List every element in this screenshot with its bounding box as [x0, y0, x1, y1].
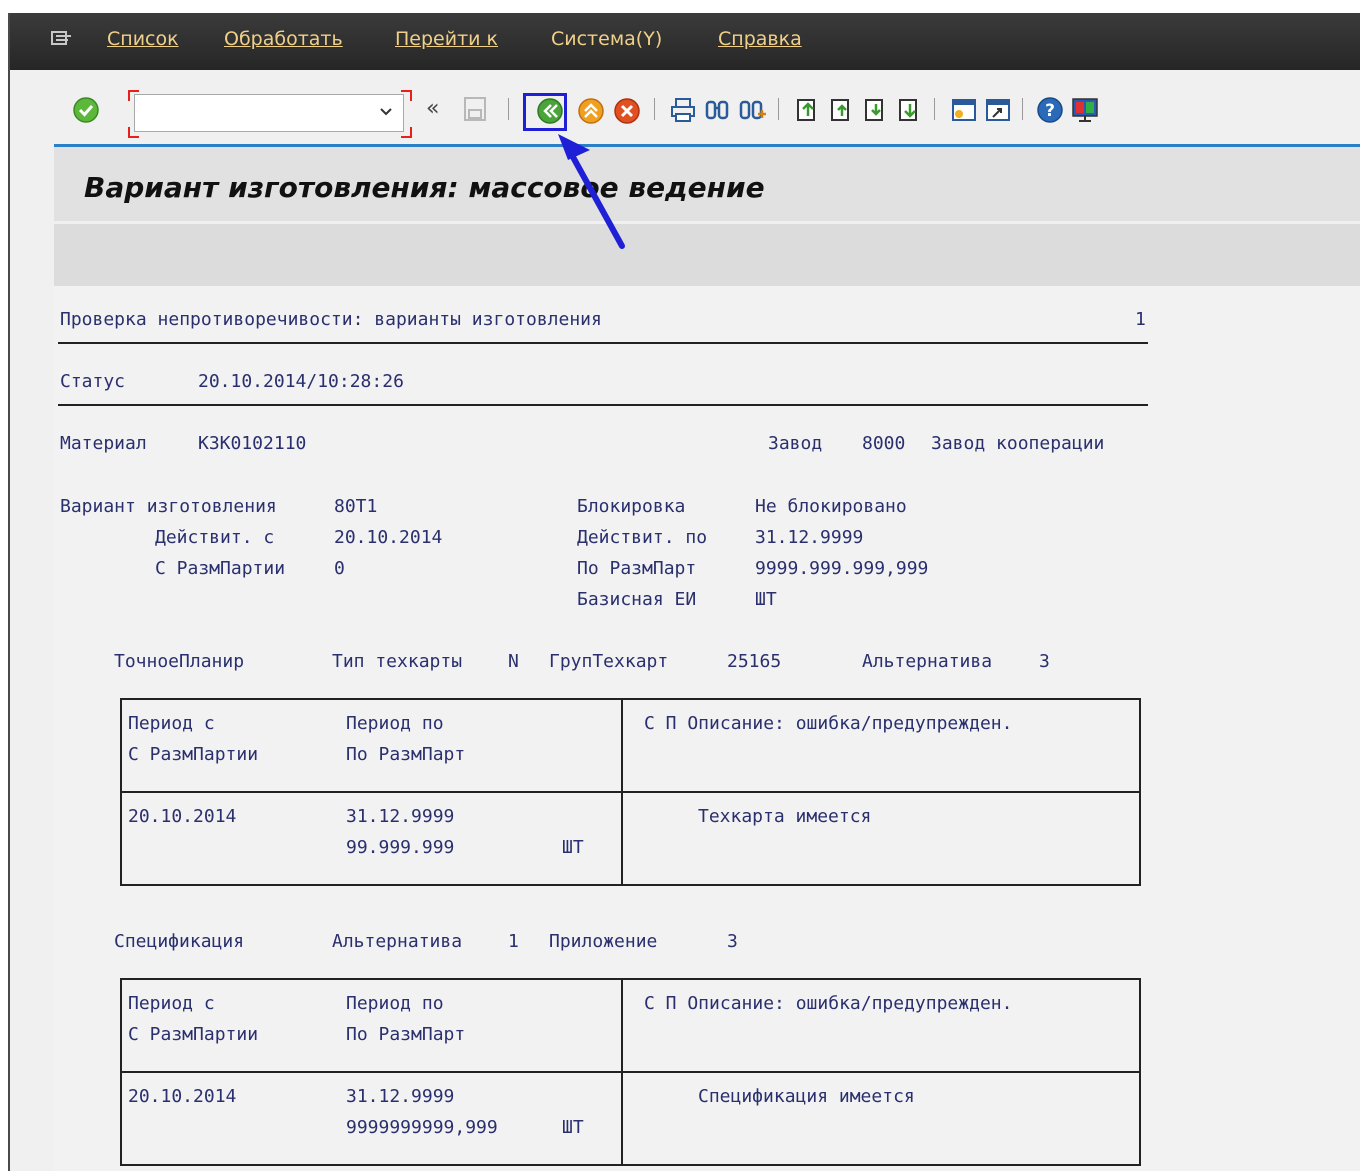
lot-from-label: С РазмПартии [155, 558, 286, 579]
annotation-arrow-icon [558, 134, 625, 249]
find-next-icon[interactable] [738, 96, 768, 124]
routing-alt-label: Альтернатива [862, 651, 993, 672]
plant-label: Завод [768, 433, 823, 454]
first-page-icon[interactable] [794, 96, 822, 124]
history-icon[interactable]: « [426, 96, 439, 121]
sap-window: Список Обработать Перейти к Система(Y) С… [8, 13, 1360, 1171]
routing-group-value: 25165 [727, 651, 782, 672]
cell-description: Техкарта имеется [698, 806, 872, 827]
help-icon[interactable]: ? [1036, 96, 1064, 124]
svg-text:?: ? [1045, 101, 1055, 121]
bom-usage-label: Приложение [549, 931, 658, 952]
customize-layout-icon[interactable] [1070, 96, 1100, 124]
routing-alt-value: 3 [1039, 651, 1050, 672]
material-label: Материал [60, 433, 147, 454]
print-icon[interactable] [670, 96, 696, 124]
col-header-period-from: Период с [128, 713, 215, 734]
new-session-icon[interactable] [950, 96, 978, 124]
menu-list[interactable]: Список [107, 28, 179, 50]
chevron-down-icon[interactable] [379, 107, 393, 117]
bom-alt-value: 1 [508, 931, 519, 952]
base-uom-label: Базисная ЕИ [577, 589, 697, 610]
version-label: Вариант изготовления [60, 496, 277, 517]
find-icon[interactable] [704, 96, 730, 124]
routing-group-label: ГрупТехкарт [549, 651, 669, 672]
table-divider [120, 1071, 1141, 1073]
divider [58, 404, 1148, 406]
valid-from-value: 20.10.2014 [334, 527, 443, 548]
report-area: Проверка непротиворечивости: варианты из… [54, 286, 1360, 1171]
col-header-description: С П Описание: ошибка/предупрежден. [644, 713, 1013, 734]
col-header-period-from: Период с [128, 993, 215, 1014]
cell-uom: ШТ [562, 837, 584, 858]
table-divider [120, 791, 1141, 793]
cell-period-to: 31.12.9999 [346, 1086, 455, 1107]
valid-to-label: Действит. по [577, 527, 708, 548]
cell-uom: ШТ [562, 1117, 584, 1138]
last-page-icon[interactable] [896, 96, 924, 124]
col-header-lot-from: С РазмПартии [128, 744, 259, 765]
menu-bar: Список Обработать Перейти к Система(Y) С… [10, 13, 1360, 70]
lock-label: Блокировка [577, 496, 686, 517]
col-header-period-to: Период по [346, 993, 444, 1014]
col-header-description: С П Описание: ошибка/предупрежден. [644, 993, 1013, 1014]
material-value: КЗК0102110 [198, 433, 307, 454]
back-button-highlight [523, 93, 567, 131]
next-page-icon[interactable] [862, 96, 890, 124]
cell-lot-to: 99.999.999 [346, 837, 455, 858]
page-title: Вариант изготовления: массовое ведение [84, 171, 765, 204]
enter-icon[interactable] [72, 96, 100, 124]
bom-alt-label: Альтернатива [332, 931, 463, 952]
routing-section-label: ТочноеПланир [114, 651, 245, 672]
version-value: 80Т1 [334, 496, 378, 517]
plant-code: 8000 [862, 433, 906, 454]
application-toolbar [54, 224, 1360, 286]
report-header-title: Проверка непротиворечивости: варианты из… [60, 309, 602, 330]
menu-goto[interactable]: Перейти к [395, 28, 498, 50]
menu-edit[interactable]: Обработать [224, 28, 343, 50]
previous-page-icon[interactable] [828, 96, 856, 124]
shortcut-icon[interactable] [984, 96, 1012, 124]
bom-section-label: Спецификация [114, 931, 245, 952]
col-header-lot-from: С РазмПартии [128, 1024, 259, 1045]
status-label: Статус [60, 371, 126, 392]
menu-icon[interactable] [51, 30, 73, 50]
valid-to-value: 31.12.9999 [755, 527, 864, 548]
cancel-icon[interactable] [612, 96, 642, 126]
plant-name: Завод кооперации [931, 433, 1105, 454]
lot-to-label: По РазмПарт [577, 558, 697, 579]
command-field[interactable] [134, 94, 404, 132]
divider [58, 342, 1148, 344]
menu-system[interactable]: Система(Y) [551, 28, 662, 50]
cell-lot-to: 9999999999,999 [346, 1117, 498, 1138]
lot-from-value: 0 [334, 558, 345, 579]
valid-from-label: Действит. с [155, 527, 275, 548]
page-number: 1 [1135, 309, 1146, 330]
command-input[interactable] [135, 95, 377, 129]
cell-description: Спецификация имеется [698, 1086, 915, 1107]
command-field-wrapper [128, 90, 412, 138]
routing-type-label: Тип техкарты [332, 651, 463, 672]
col-header-lot-to: По РазмПарт [346, 1024, 466, 1045]
status-value: 20.10.2014/10:28:26 [198, 371, 404, 392]
col-header-period-to: Период по [346, 713, 444, 734]
bom-usage-value: 3 [727, 931, 738, 952]
standard-toolbar: « ? [10, 70, 1360, 145]
cell-period-to: 31.12.9999 [346, 806, 455, 827]
lock-value: Не блокировано [755, 496, 907, 517]
routing-type-value: N [508, 651, 519, 672]
col-header-lot-to: По РазмПарт [346, 744, 466, 765]
save-icon[interactable] [463, 95, 487, 123]
base-uom-value: ШТ [755, 589, 777, 610]
cell-period-from: 20.10.2014 [128, 1086, 237, 1107]
exit-icon[interactable] [576, 96, 606, 126]
menu-help[interactable]: Справка [718, 28, 802, 50]
title-bar: Вариант изготовления: массовое ведение [54, 147, 1360, 221]
lot-to-value: 9999.999.999,999 [755, 558, 929, 579]
cell-period-from: 20.10.2014 [128, 806, 237, 827]
